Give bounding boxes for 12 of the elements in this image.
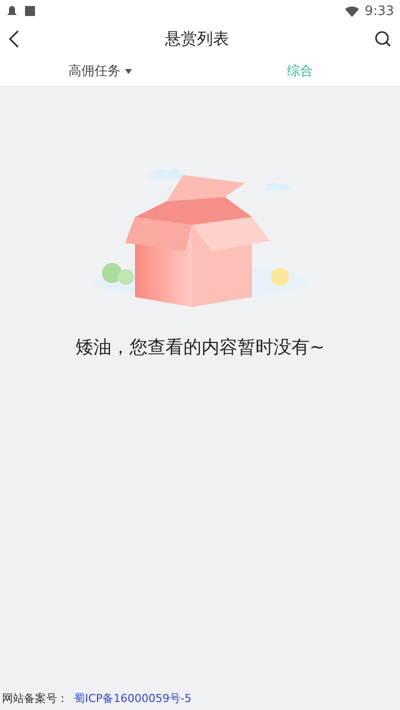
notification-icon [6, 5, 18, 17]
search-icon[interactable] [374, 30, 392, 48]
empty-message: 矮油，您查看的内容暂时没有~ [75, 336, 325, 359]
back-icon[interactable] [8, 30, 20, 48]
caret-icon [124, 68, 132, 74]
square-icon [24, 5, 36, 17]
footer-label: 网站备案号： [2, 691, 68, 706]
status-time: 9:33 [364, 4, 394, 18]
record-link[interactable]: 蜀ICP备16000059号-5 [74, 691, 192, 706]
wifi-icon [344, 6, 359, 16]
page-title: 悬赏列表 [165, 28, 229, 50]
filter-tab[interactable]: 高佣任务 [64, 58, 136, 84]
